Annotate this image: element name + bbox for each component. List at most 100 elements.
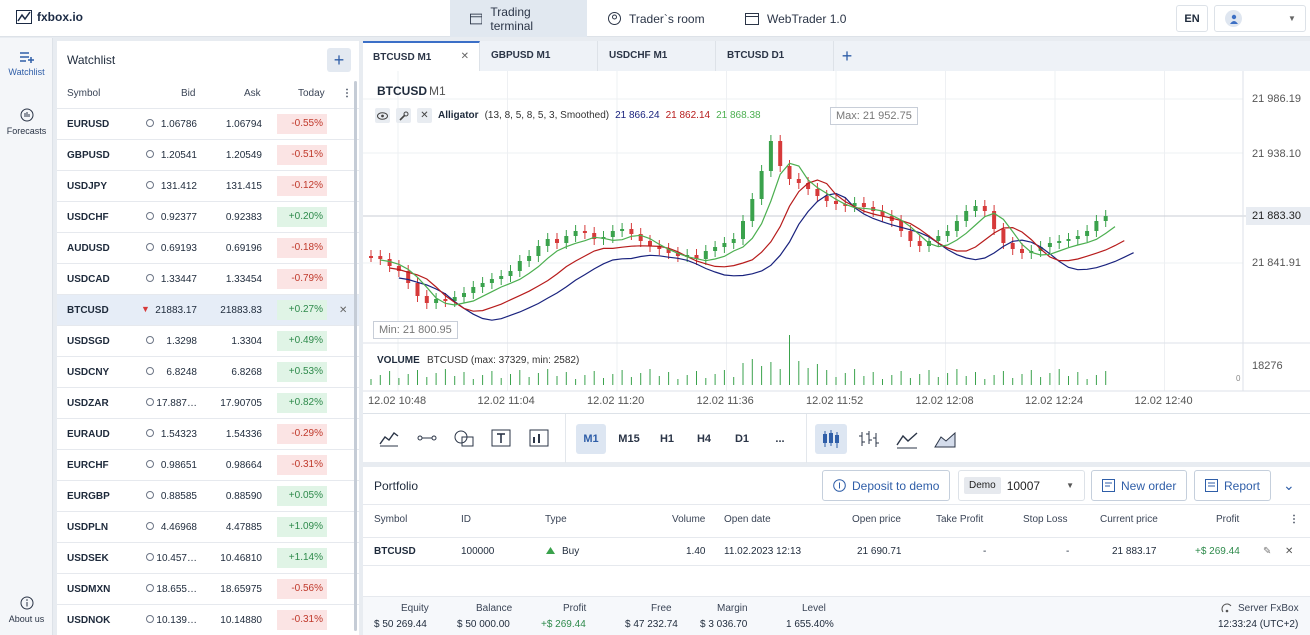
portfolio-col[interactable]: Current price xyxy=(1100,514,1158,525)
chart-settings-icon[interactable] xyxy=(529,429,549,447)
edit-icon[interactable]: ✎ xyxy=(1263,546,1271,557)
watchlist-row[interactable]: USDZAR 17.887… 17.90705 +0.82% xyxy=(57,387,359,418)
bars-type-icon[interactable] xyxy=(857,429,881,449)
report-button[interactable]: Report xyxy=(1194,470,1272,501)
row-change: -0.29% xyxy=(277,424,327,444)
row-bid: 0.92377 xyxy=(160,212,197,223)
candle xyxy=(787,166,792,179)
column-menu-icon[interactable]: ⋮ xyxy=(1289,514,1299,525)
tf-h4[interactable]: H4 xyxy=(689,424,719,454)
row-change: +1.09% xyxy=(277,517,327,537)
chart-tab-label: BTCUSD D1 xyxy=(727,50,785,61)
tab-traders-room[interactable]: Trader`s room xyxy=(588,0,725,37)
chart-tab-3[interactable]: USDCHF M1 xyxy=(599,41,716,71)
row-bid: 131.412 xyxy=(160,181,197,192)
new-order-button[interactable]: New order xyxy=(1091,470,1188,501)
portfolio-col[interactable]: Take Profit xyxy=(936,514,983,525)
watchlist-row[interactable]: BTCUSD ▼ 21883.17 21883.83 +0.27% ✕ xyxy=(57,294,359,325)
candle xyxy=(480,283,485,287)
rail-item-forecasts[interactable]: Forecasts xyxy=(0,108,53,136)
column-menu-icon[interactable]: ⋮ xyxy=(342,88,352,99)
watchlist-row[interactable]: USDPLN 4.46968 4.47885 +1.09% xyxy=(57,511,359,542)
watchlist-row[interactable]: USDMXN 18.655… 18.65975 -0.56% xyxy=(57,573,359,604)
watchlist-row[interactable]: USDSEK 10.457… 10.46810 +1.14% xyxy=(57,542,359,573)
watchlist-row[interactable]: EURAUD 1.54323 1.54336 -0.29% xyxy=(57,418,359,449)
candles-type-button[interactable] xyxy=(815,424,847,454)
line-type-icon[interactable] xyxy=(895,429,919,449)
watchlist-row[interactable]: USDCHF 0.92377 0.92383 +0.20% xyxy=(57,201,359,232)
chart-tab-1[interactable]: BTCUSD M1 ✕ xyxy=(363,41,480,71)
rail-item-watchlist[interactable]: Watchlist xyxy=(0,52,53,77)
chart-tab-4[interactable]: BTCUSD D1 xyxy=(717,41,834,71)
portfolio-col[interactable]: Stop Loss xyxy=(1023,514,1067,525)
time-tick: 12.02 11:04 xyxy=(477,395,535,407)
col-ask[interactable]: Ask xyxy=(244,88,261,99)
row-symbol: USDSGD xyxy=(67,336,110,347)
candle xyxy=(964,211,969,221)
watchlist-row[interactable]: AUDUSD 0.69193 0.69196 -0.18% xyxy=(57,232,359,263)
language-button[interactable]: EN xyxy=(1176,5,1208,32)
user-menu[interactable]: ▼ xyxy=(1214,5,1306,32)
clock-icon xyxy=(146,522,154,530)
tf-h1[interactable]: H1 xyxy=(652,424,682,454)
portfolio-col[interactable]: Type xyxy=(545,514,567,525)
portfolio-col[interactable]: Open date xyxy=(724,514,771,525)
account-select[interactable]: Demo 10007 ▼ xyxy=(958,470,1085,501)
close-position-icon[interactable]: ✕ xyxy=(1285,546,1293,557)
tf-m1[interactable]: M1 xyxy=(576,424,606,454)
candle xyxy=(555,239,559,243)
remove-icon[interactable]: ✕ xyxy=(339,305,347,316)
line-tool-icon[interactable] xyxy=(417,429,437,447)
watchlist-row[interactable]: USDCAD 1.33447 1.33454 -0.79% xyxy=(57,263,359,294)
watchlist-row[interactable]: EURUSD 1.06786 1.06794 -0.55% xyxy=(57,108,359,139)
watchlist-row[interactable]: USDCNY 6.8248 6.8268 +0.53% xyxy=(57,356,359,387)
tf-more[interactable]: ... xyxy=(765,424,795,454)
logo[interactable]: fxbox.io xyxy=(16,10,83,24)
add-symbol-button[interactable]: + xyxy=(327,48,351,72)
shapes-icon[interactable] xyxy=(453,429,475,447)
chart-tab-2[interactable]: GBPUSD M1 xyxy=(481,41,598,71)
col-bid[interactable]: Bid xyxy=(181,88,195,99)
close-indicator-icon[interactable]: ✕ xyxy=(417,108,432,123)
portfolio-col[interactable]: Profit xyxy=(1216,514,1239,525)
col-symbol[interactable]: Symbol xyxy=(67,88,100,99)
col-today[interactable]: Today xyxy=(298,88,325,99)
portfolio-col[interactable]: Open price xyxy=(852,514,901,525)
rail-item-about[interactable]: About us xyxy=(0,596,53,624)
brand-name: fxbox.io xyxy=(37,10,84,24)
eye-icon[interactable] xyxy=(375,108,390,123)
portfolio-col[interactable]: ID xyxy=(461,514,471,525)
position-current-price: 21 883.17 xyxy=(1112,546,1157,557)
collapse-icon[interactable]: ⌄ xyxy=(1283,477,1295,494)
watchlist-row[interactable]: USDNOK 10.139… 10.14880 -0.31% xyxy=(57,604,359,635)
candle xyxy=(536,246,541,256)
watchlist-row[interactable]: EURCHF 0.98651 0.98664 -0.31% xyxy=(57,449,359,480)
portfolio-col[interactable]: Volume xyxy=(672,514,705,525)
tab-trading-terminal[interactable]: Trading terminal xyxy=(450,0,587,37)
tf-m15[interactable]: M15 xyxy=(613,424,645,454)
candle xyxy=(973,206,978,211)
deposit-button[interactable]: Deposit to demo xyxy=(822,470,951,501)
clock-icon xyxy=(146,274,154,282)
watchlist-row[interactable]: USDJPY 131.412 131.415 -0.12% xyxy=(57,170,359,201)
watchlist-row[interactable]: EURGBP 0.88585 0.88590 +0.05% xyxy=(57,480,359,511)
watchlist-row[interactable]: USDSGD 1.3298 1.3304 +0.49% xyxy=(57,325,359,356)
indicators-icon[interactable] xyxy=(379,429,399,447)
price-chart[interactable]: BTCUSD M1 ✕ Alligator (13, 8, 5, 8, 5, 3… xyxy=(363,71,1310,413)
tf-d1[interactable]: D1 xyxy=(727,424,757,454)
chart-timeframe: M1 xyxy=(429,84,446,98)
candle xyxy=(1047,243,1052,247)
close-icon[interactable]: ✕ xyxy=(461,51,469,62)
text-tool-icon[interactable] xyxy=(491,429,511,447)
tab-webtrader[interactable]: WebTrader 1.0 xyxy=(725,0,866,37)
chart-tab-label: GBPUSD M1 xyxy=(491,50,551,61)
wrench-icon[interactable] xyxy=(396,108,411,123)
area-type-icon[interactable] xyxy=(933,429,957,449)
volume-tick: 18276 xyxy=(1252,360,1283,372)
watchlist-row[interactable]: GBPUSD 1.20541 1.20549 -0.51% xyxy=(57,139,359,170)
window-icon xyxy=(745,12,759,25)
portfolio-col[interactable]: Symbol xyxy=(374,514,407,525)
row-ask: 1.54336 xyxy=(225,429,262,440)
add-chart-button[interactable]: + xyxy=(835,45,859,67)
scrollbar[interactable] xyxy=(354,81,357,631)
